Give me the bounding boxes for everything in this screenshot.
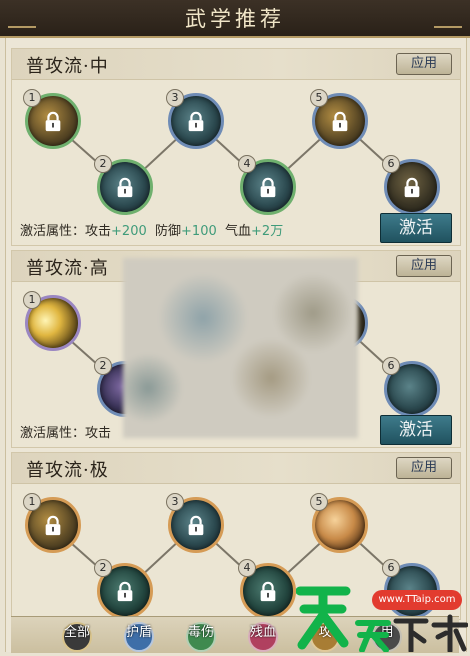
lock-icon — [45, 111, 61, 132]
node-number-badge: 3 — [166, 89, 184, 107]
node-number-badge: 4 — [238, 155, 256, 173]
attr-hp-value: +2万 — [251, 224, 284, 239]
attr-label: 激活属性： — [20, 224, 86, 239]
watermark-url: www.TTaip.com — [372, 590, 462, 610]
category-button-2[interactable]: 毒伤 — [186, 622, 216, 652]
apply-button[interactable]: 应用 — [396, 53, 452, 75]
lock-icon — [117, 581, 133, 602]
section-header: 普攻流·中 应用 — [12, 49, 460, 80]
category-label: 护盾 — [126, 625, 153, 640]
site-watermark-logo: www.TTaip.com — [295, 575, 469, 654]
category-label: 毒伤 — [188, 625, 215, 640]
attr-hp-label: 气血 — [225, 224, 252, 239]
section-title: 普攻流·极 — [26, 460, 109, 481]
lock-icon — [45, 515, 61, 536]
lock-icon — [188, 111, 204, 132]
attr-attack-label: 攻击 — [85, 224, 112, 239]
activation-attributes: 激活属性：攻击+200 防御+100 气血+2万 激活 — [12, 213, 460, 243]
skill-tree: 1 2 3 4 5 6 — [12, 79, 460, 215]
apply-button[interactable]: 应用 — [396, 457, 452, 479]
node-number-badge: 5 — [310, 89, 328, 107]
node-number-badge: 2 — [94, 155, 112, 173]
lock-icon — [188, 515, 204, 536]
title-bar: 武学推荐 — [0, 0, 470, 38]
node-number-badge: 2 — [94, 559, 112, 577]
section-header: 普攻流·极 应用 — [12, 453, 460, 484]
attr-defense-label: 防御 — [155, 224, 182, 239]
node-number-badge: 2 — [94, 357, 112, 375]
activate-button[interactable]: 激活 — [380, 213, 452, 243]
category-label: 残血 — [250, 625, 277, 640]
node-number-badge: 1 — [23, 89, 41, 107]
section-title: 普攻流·中 — [26, 56, 109, 77]
watermark-logo-glyphs — [295, 586, 469, 654]
attr-text: 激活属性：攻击 — [20, 426, 112, 441]
lock-icon — [404, 177, 420, 198]
node-number-badge: 4 — [238, 559, 256, 577]
lock-icon — [117, 177, 133, 198]
node-number-badge: 6 — [382, 357, 400, 375]
attr-attack-value: +200 — [111, 224, 147, 239]
section-normal-attack-mid: 普攻流·中 应用 1 2 3 4 5 6 激活属性：攻击+200 防御+100 … — [11, 48, 461, 246]
activate-button[interactable]: 激活 — [380, 415, 452, 445]
node-number-badge: 3 — [166, 493, 184, 511]
node-number-badge: 6 — [382, 155, 400, 173]
section-title: 普攻流·高 — [26, 258, 109, 279]
lock-icon — [260, 581, 276, 602]
category-button-0[interactable]: 全部 — [62, 622, 92, 652]
category-label: 全部 — [64, 625, 91, 640]
node-number-badge: 1 — [23, 291, 41, 309]
apply-button[interactable]: 应用 — [396, 255, 452, 277]
blurred-overlay — [123, 258, 358, 438]
node-number-badge: 5 — [310, 493, 328, 511]
lock-icon — [332, 111, 348, 132]
category-button-1[interactable]: 护盾 — [124, 622, 154, 652]
attr-defense-value: +100 — [181, 224, 217, 239]
node-number-badge: 1 — [23, 493, 41, 511]
lock-icon — [260, 177, 276, 198]
window-title: 武学推荐 — [185, 7, 285, 31]
category-button-3[interactable]: 残血 — [248, 622, 278, 652]
attr-text: 激活属性：攻击+200 防御+100 气血+2万 — [20, 220, 283, 239]
